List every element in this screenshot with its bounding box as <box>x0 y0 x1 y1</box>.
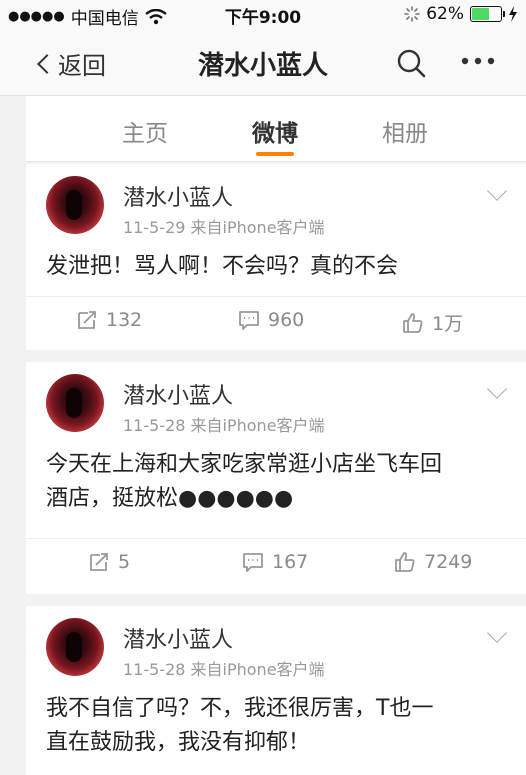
post-meta: 11-5-29 来自iPhone客户端 <box>123 218 325 237</box>
post-meta: 11-5-28 来自iPhone客户端 <box>123 660 325 679</box>
chevron-down-icon[interactable] <box>487 379 507 399</box>
repost-count: 5 <box>118 551 131 573</box>
thumbs-up-icon <box>403 312 423 333</box>
repost-count: 132 <box>106 309 143 331</box>
repost-icon <box>78 311 96 329</box>
comment-icon <box>243 553 263 572</box>
chevron-down-icon[interactable] <box>487 181 507 201</box>
tab-album[interactable]: 相册 <box>382 114 428 148</box>
tab-weibo[interactable]: 微博 <box>252 114 298 148</box>
comment-count: 960 <box>268 309 305 331</box>
avatar[interactable] <box>46 374 104 432</box>
loading-icon <box>404 6 421 22</box>
repost-button[interactable]: 5 <box>88 551 130 573</box>
post-actions: 132 960 1万 <box>26 296 526 348</box>
avatar[interactable] <box>46 618 104 676</box>
post-text: 发泄把！骂人啊！不会吗？真的不会 <box>46 250 506 284</box>
post-text-line: 直在鼓励我，我没有抑郁！ <box>46 730 311 755</box>
repost-icon <box>90 553 108 571</box>
post-actions: 5 167 7249 <box>26 538 526 590</box>
more-icon[interactable] <box>460 56 496 66</box>
search-icon[interactable] <box>396 48 426 78</box>
chevron-down-icon[interactable] <box>487 623 507 643</box>
post-card: 潜水小蓝人 11-5-29 来自iPhone客户端 发泄把！骂人啊！不会吗？真的… <box>26 164 526 350</box>
battery-fill <box>472 8 490 20</box>
like-count: 1万 <box>432 313 464 335</box>
status-bar: ●●●●● 中国电信 下午9:00 62% <box>0 0 526 30</box>
status-right: 62% <box>404 4 518 24</box>
like-count: 7249 <box>424 551 473 573</box>
page-title: 潜水小蓝人 <box>197 51 328 81</box>
comment-button[interactable]: 960 <box>238 309 304 331</box>
repost-button[interactable]: 132 <box>76 309 142 331</box>
like-button[interactable]: 1万 <box>402 309 463 336</box>
post-card: 潜水小蓝人 11-5-28 来自iPhone客户端 我不自信了吗？不，我还很厉害… <box>26 606 526 775</box>
like-button[interactable]: 7249 <box>394 551 472 573</box>
post-card: 潜水小蓝人 11-5-28 来自iPhone客户端 今天在上海和大家吃家常逛小店… <box>26 362 526 594</box>
battery-percent: 62% <box>426 4 464 24</box>
avatar[interactable] <box>46 176 104 234</box>
post-author[interactable]: 潜水小蓝人 <box>123 622 233 654</box>
post-text-line: 我不自信了吗？不，我还很厉害，T也一 <box>46 696 434 721</box>
post-text: 我不自信了吗？不，我还很厉害，T也一 直在鼓励我，我没有抑郁！ <box>46 692 506 760</box>
battery-icon <box>470 6 505 22</box>
post-text-line: 今天在上海和大家吃家常逛小店坐飞车回 <box>46 452 443 477</box>
charging-icon <box>509 6 517 22</box>
post-author[interactable]: 潜水小蓝人 <box>123 180 233 212</box>
thumbs-up-icon <box>395 552 415 572</box>
comment-button[interactable]: 167 <box>242 551 308 573</box>
comment-icon <box>239 311 259 330</box>
post-author[interactable]: 潜水小蓝人 <box>123 378 233 410</box>
tab-home[interactable]: 主页 <box>122 114 168 148</box>
comment-count: 167 <box>272 551 309 573</box>
nav-bar: 返回 潜水小蓝人 <box>0 30 526 96</box>
post-text-line: 发泄把！骂人啊！不会吗？真的不会 <box>46 254 399 279</box>
post-text: 今天在上海和大家吃家常逛小店坐飞车回 酒店，挺放松●●●●●● <box>46 448 506 516</box>
post-meta: 11-5-28 来自iPhone客户端 <box>123 416 325 435</box>
post-text-line: 酒店，挺放松●●●●●● <box>46 486 294 511</box>
tab-bar: 主页 微博 相册 <box>26 96 526 162</box>
active-tab-indicator <box>256 152 294 156</box>
